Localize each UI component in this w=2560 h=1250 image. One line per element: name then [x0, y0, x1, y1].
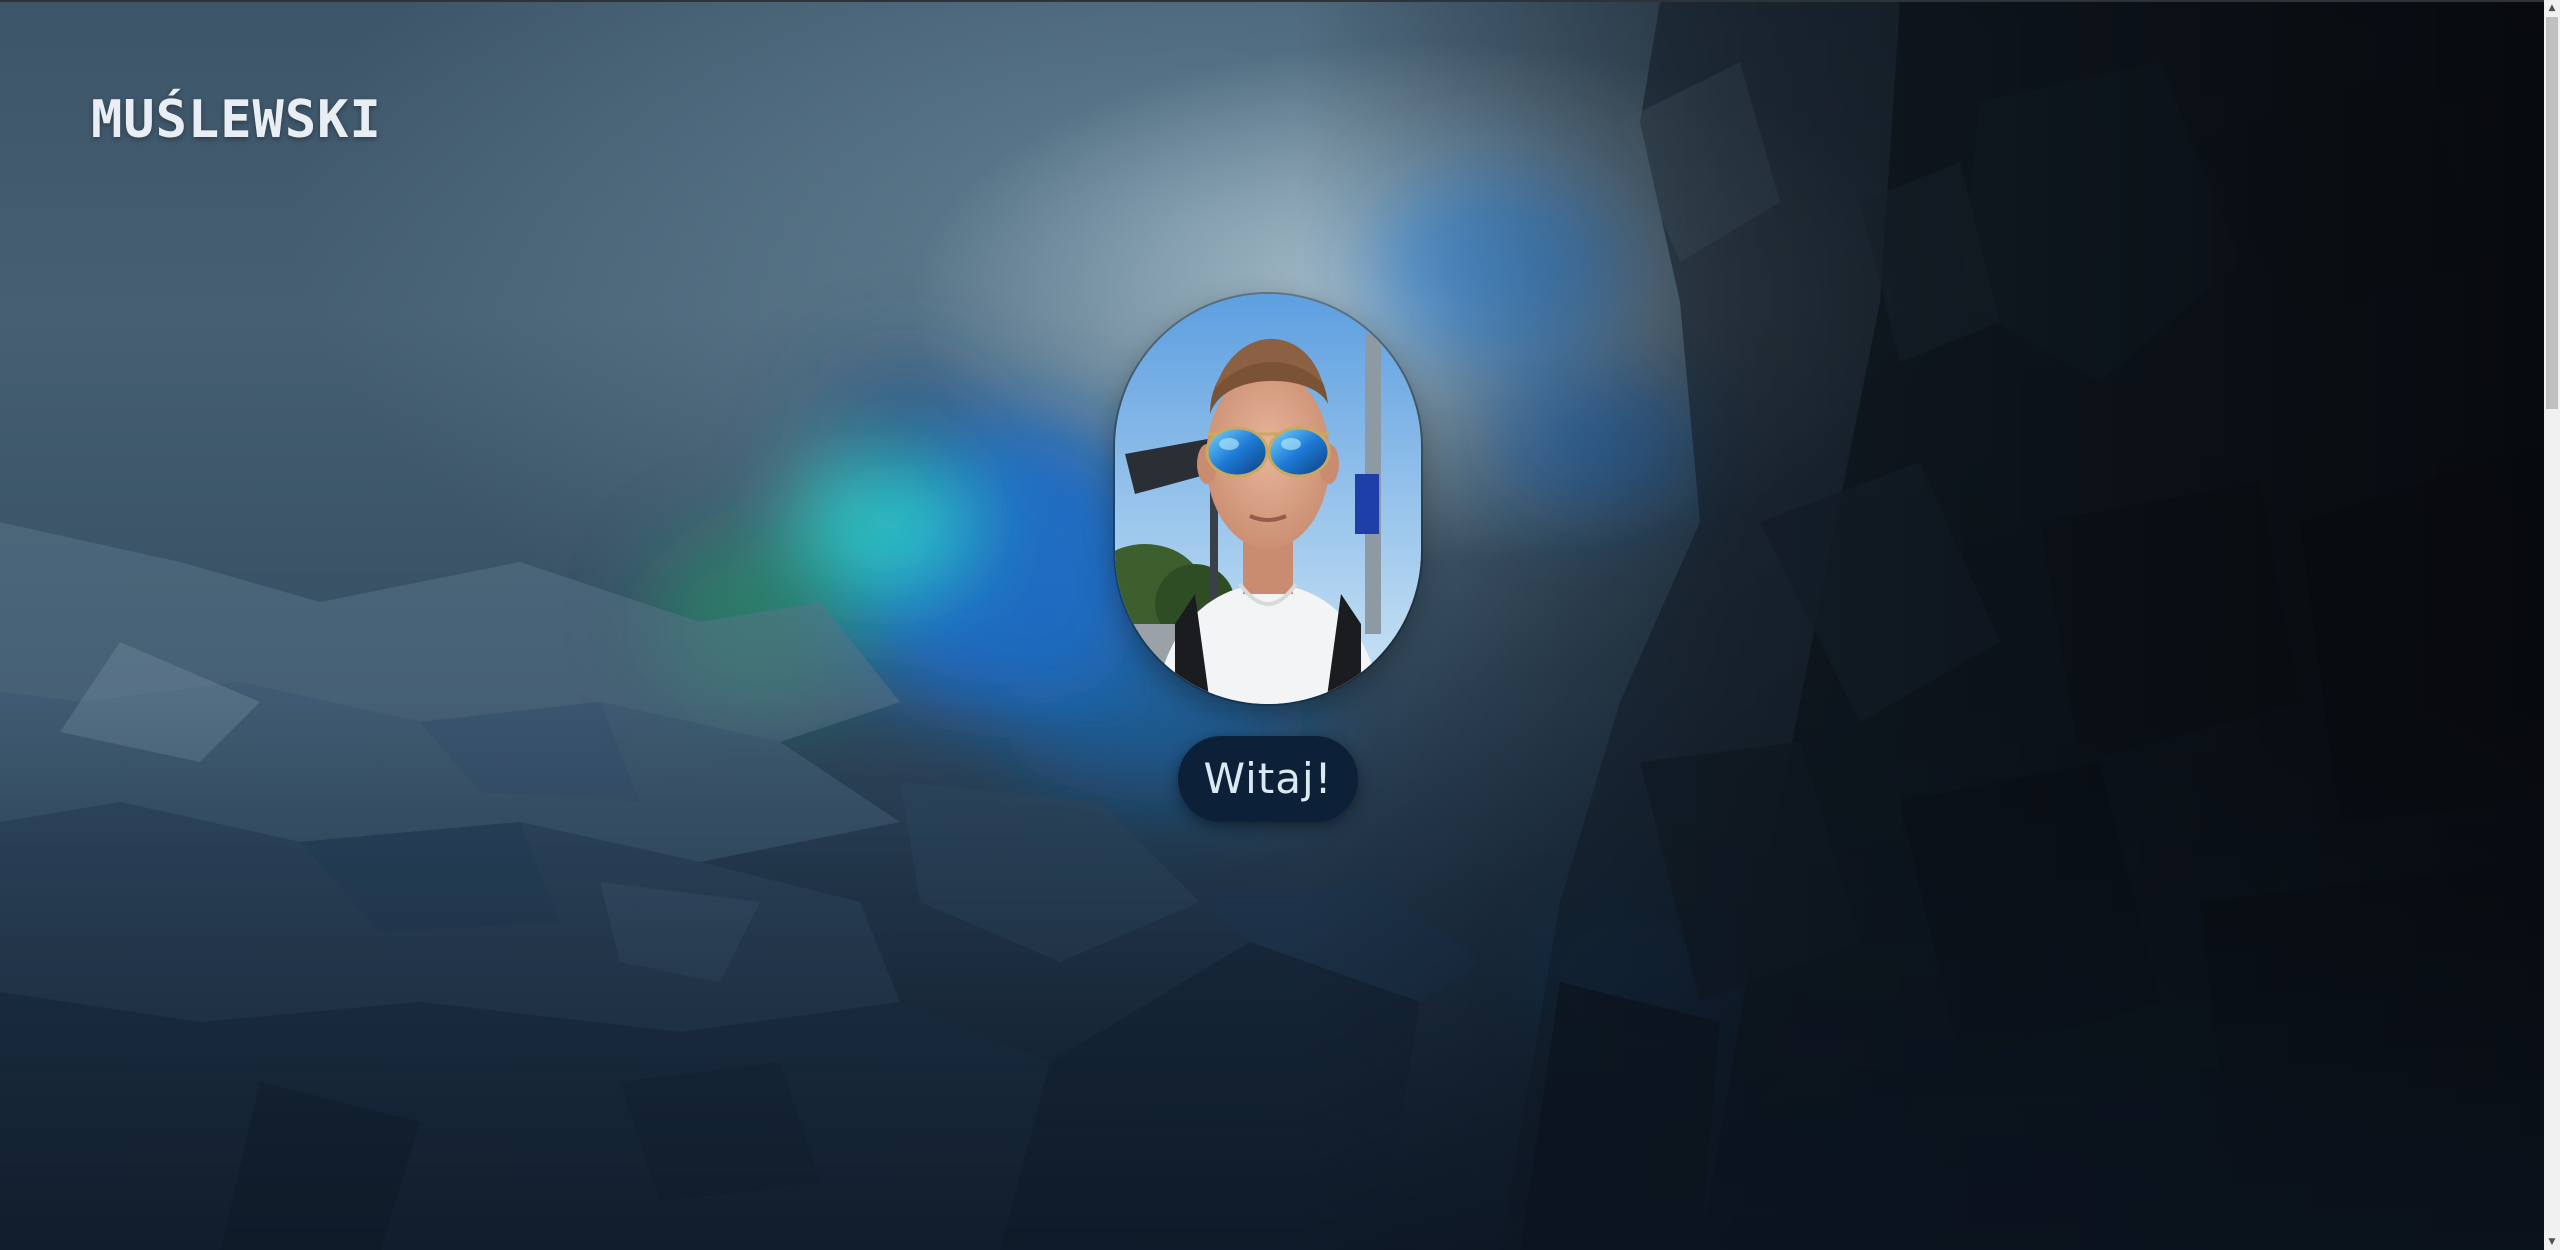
profile-photo-icon	[1115, 294, 1421, 704]
scrollbar-thumb[interactable]	[2546, 17, 2558, 409]
site-logo[interactable]: MUŚLEWSKI	[91, 90, 382, 150]
vertical-scrollbar[interactable]: ▲ ▼	[2544, 0, 2560, 1250]
welcome-button[interactable]: Witaj!	[1178, 736, 1358, 822]
landing-page: MUŚLEWSKI Witaj!	[0, 0, 2544, 1250]
scroll-up-icon[interactable]: ▲	[2544, 0, 2560, 16]
profile-avatar	[1115, 294, 1421, 704]
scroll-down-icon[interactable]: ▼	[2544, 1234, 2560, 1250]
browser-viewport: MUŚLEWSKI Witaj! ▲ ▼	[0, 0, 2560, 1250]
